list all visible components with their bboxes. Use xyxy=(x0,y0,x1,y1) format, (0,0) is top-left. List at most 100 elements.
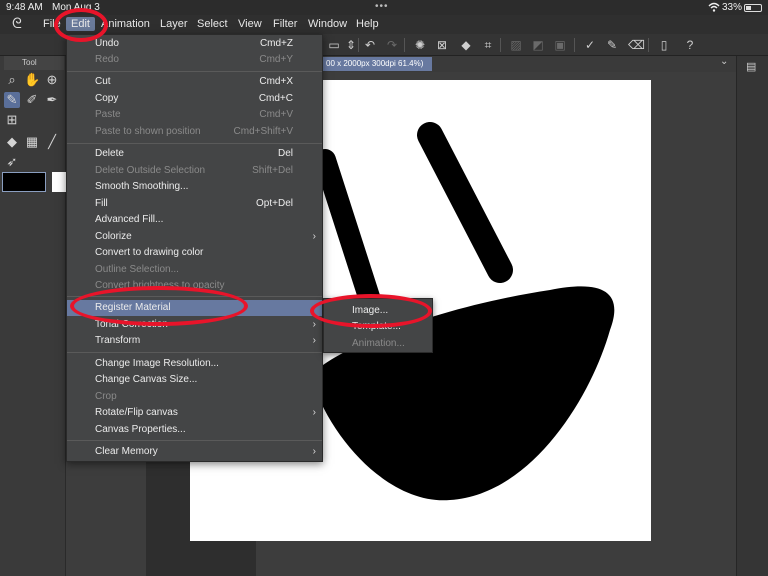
menu-item-fill[interactable]: Fill Opt+Del xyxy=(67,196,322,212)
chevron-right-icon: › xyxy=(312,335,316,346)
register-material-submenu: Image... Template... Animation... xyxy=(323,298,433,353)
clear-icon[interactable]: ⊠ xyxy=(434,37,450,53)
menu-divider xyxy=(67,296,322,297)
toolbar-divider xyxy=(404,38,405,52)
menu-item-smooth[interactable]: Smooth Smoothing... xyxy=(67,179,322,195)
status-time: 9:48 AM xyxy=(6,2,43,13)
hand-icon[interactable]: ✋ xyxy=(24,72,40,88)
menu-item-canvas-size[interactable]: Change Canvas Size... xyxy=(67,372,322,388)
new-icon[interactable]: ▭ xyxy=(326,37,342,53)
app-logo-icon[interactable]: ᘓ xyxy=(12,15,22,32)
eraser-icon[interactable]: ⌫ xyxy=(628,37,645,53)
main-color-swatch[interactable] xyxy=(2,172,46,192)
tool-palette: Tool ⌕ ✋ ⊕ ✎ ✐ ✒ ⊞ ◆ ▦ ╱ ➶ xyxy=(0,56,66,576)
menu-divider xyxy=(67,440,322,441)
loading-icon[interactable]: ✺ xyxy=(412,37,428,53)
sub-color-swatch[interactable] xyxy=(52,172,66,192)
menu-item-image-resolution[interactable]: Change Image Resolution... xyxy=(67,356,322,372)
status-bar: 9:48 AM Mon Aug 3 ••• 33% xyxy=(0,0,768,15)
right-panel-strip: ▤ xyxy=(736,56,768,576)
menu-item-rotate-flip[interactable]: Rotate/Flip canvas › xyxy=(67,405,322,421)
help-icon[interactable]: ? xyxy=(682,37,698,53)
pencil-tool-icon[interactable]: ✐ xyxy=(24,92,40,108)
stepper-icon[interactable]: ⇕ xyxy=(343,37,359,53)
menu-item-paste-shown: Paste to shown position Cmd+Shift+V xyxy=(95,126,293,137)
menu-layer[interactable]: Layer xyxy=(160,18,188,30)
menu-help[interactable]: Help xyxy=(356,18,379,30)
chevron-right-icon: › xyxy=(312,319,316,330)
toolbar-divider xyxy=(358,38,359,52)
pen-tool-icon[interactable]: ✎ xyxy=(4,92,20,108)
toolbar-divider xyxy=(648,38,649,52)
chevron-right-icon: › xyxy=(312,446,316,457)
submenu-item-image[interactable]: Image... xyxy=(352,305,388,316)
canvas-tab[interactable]: 00 x 2000px 300dpi 61.4%) xyxy=(322,57,432,71)
stroke-left-leg xyxy=(314,149,381,311)
menu-item-tonal-correction[interactable]: Tonal Correction › xyxy=(67,317,322,333)
tool-tab-label: Tool xyxy=(22,58,37,67)
chevron-down-icon[interactable]: ⌄ xyxy=(720,56,728,67)
menu-view[interactable]: View xyxy=(238,18,262,30)
select-all-icon[interactable]: ▣ xyxy=(552,37,568,53)
menu-item-delete-outside: Delete Outside Selection Shift+Del xyxy=(95,165,293,176)
menu-item-canvas-properties[interactable]: Canvas Properties... xyxy=(67,422,322,438)
invert-selection-icon[interactable]: ◩ xyxy=(530,37,546,53)
fill-bucket-icon[interactable]: ◆ xyxy=(458,37,474,53)
pen-icon[interactable]: ✎ xyxy=(604,37,620,53)
multitask-dots[interactable]: ••• xyxy=(375,1,389,12)
canvas-tab-title: 00 x 2000px 300dpi 61.4%) xyxy=(326,59,424,68)
battery-percent: 33% xyxy=(722,2,743,13)
canvas-tab-bar: 00 x 2000px 300dpi 61.4%) ⌄ xyxy=(322,56,736,72)
menu-item-convert-drawing-color[interactable]: Convert to drawing color xyxy=(67,245,322,261)
grid-tool-icon[interactable]: ⊞ xyxy=(4,112,20,128)
zoom-icon[interactable]: ⌕ xyxy=(4,72,20,88)
submenu-item-animation: Animation... xyxy=(352,338,405,349)
menu-item-delete[interactable]: Delete Del xyxy=(67,146,322,162)
menu-item-brightness-opacity: Convert brightness to opacity xyxy=(95,280,225,291)
menu-item-colorize[interactable]: Colorize › xyxy=(67,229,322,245)
redo-icon[interactable]: ↷ xyxy=(384,37,400,53)
chevron-right-icon: › xyxy=(312,302,316,313)
menu-item-register-material[interactable]: Register Material › xyxy=(67,300,322,316)
line-tool-icon[interactable]: ╱ xyxy=(44,134,60,150)
stroke-right-leg xyxy=(417,122,513,283)
toolbar-divider xyxy=(574,38,575,52)
submenu-item-template[interactable]: Template... xyxy=(352,321,401,332)
menu-divider xyxy=(67,143,322,144)
menu-select[interactable]: Select xyxy=(197,18,228,30)
menu-item-clear-memory[interactable]: Clear Memory › xyxy=(67,444,322,460)
menu-item-cut[interactable]: Cut Cmd+X xyxy=(67,74,322,90)
edit-menu-dropdown: Undo Cmd+Z Redo Cmd+Y Cut Cmd+X Copy Cmd+C P… xyxy=(66,34,323,462)
menu-item-undo[interactable]: Undo Cmd+Z xyxy=(67,36,322,52)
menu-window[interactable]: Window xyxy=(308,18,347,30)
undo-icon[interactable]: ↶ xyxy=(362,37,378,53)
toolbar-divider xyxy=(500,38,501,52)
menu-animation[interactable]: Animation xyxy=(101,18,150,30)
menu-item-copy[interactable]: Copy Cmd+C xyxy=(67,91,322,107)
brush-tool-icon[interactable]: ✒ xyxy=(44,92,60,108)
chevron-right-icon: › xyxy=(312,231,316,242)
menu-divider xyxy=(67,352,322,353)
device-icon[interactable]: ▯ xyxy=(656,37,672,53)
move-icon[interactable]: ⊕ xyxy=(44,72,60,88)
deselect-icon[interactable]: ▨ xyxy=(508,37,524,53)
tool-palette-tab[interactable]: Tool xyxy=(4,56,64,70)
gradient-tool-icon[interactable]: ▦ xyxy=(24,134,40,150)
menu-item-advanced-fill[interactable]: Advanced Fill... xyxy=(67,212,322,228)
brush-check-icon[interactable]: ✓ xyxy=(582,37,598,53)
menu-item-transform[interactable]: Transform › xyxy=(67,333,322,349)
menu-file[interactable]: File xyxy=(43,18,61,30)
menu-item-redo: Redo Cmd+Y xyxy=(95,54,293,65)
battery-icon xyxy=(744,4,762,12)
menu-edit[interactable]: Edit xyxy=(66,17,95,31)
wifi-icon xyxy=(708,2,720,15)
chevron-right-icon: › xyxy=(312,407,316,418)
menu-item-crop: Crop xyxy=(95,391,117,402)
menu-filter[interactable]: Filter xyxy=(273,18,297,30)
crop-icon[interactable]: ⌗ xyxy=(480,37,496,53)
menu-item-outline-selection: Outline Selection... xyxy=(95,264,179,275)
layers-panel-icon[interactable]: ▤ xyxy=(746,60,756,73)
select-arrow-icon[interactable]: ➶ xyxy=(4,154,20,170)
status-date: Mon Aug 3 xyxy=(52,2,100,13)
fill-tool-icon[interactable]: ◆ xyxy=(4,134,20,150)
